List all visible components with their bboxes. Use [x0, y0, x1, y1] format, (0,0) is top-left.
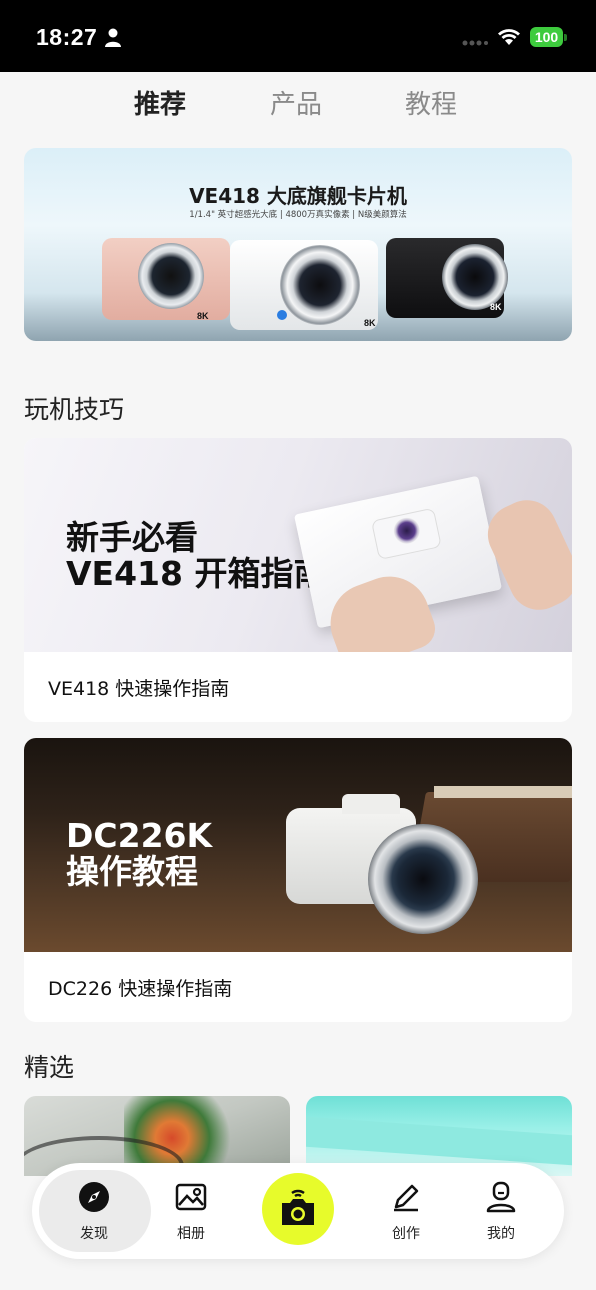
- battery-level: 100: [530, 27, 563, 47]
- camera-icon: [282, 1189, 314, 1225]
- person-icon: [105, 28, 121, 47]
- pencil-icon: [394, 1184, 419, 1212]
- camera-badge: 8K: [197, 311, 209, 321]
- tutorial-image-ve418: 新手必看 VE418 开箱指南: [24, 438, 572, 652]
- nav-label-album: 相册: [177, 1226, 205, 1242]
- profile-icon: [486, 1181, 516, 1213]
- section-title-featured: 精选: [24, 1053, 75, 1082]
- banner-subtitle: 1/1.4" 英寸超感光大底 | 4800万真实像素 | N级美颜算法: [189, 210, 407, 220]
- tutorial-image-dc226: DC226K 操作教程: [24, 738, 572, 952]
- tutorial-image-text-2: DC226K 操作教程: [66, 816, 213, 891]
- bottom-nav: 发现 相册 创作 我的: [32, 1163, 564, 1259]
- nav-discover[interactable]: 发现: [54, 1163, 134, 1259]
- camera-black-image: [386, 238, 508, 318]
- promo-banner[interactable]: VE418 大底旗舰卡片机 1/1.4" 英寸超感光大底 | 4800万真实像素…: [24, 148, 572, 341]
- banner-title: VE418 大底旗舰卡片机: [189, 184, 407, 208]
- nav-create[interactable]: 创作: [366, 1163, 446, 1259]
- tutorial-caption-2: DC226 快速操作指南: [48, 978, 233, 1000]
- tutorial-card-dc226[interactable]: DC226K 操作教程 DC226 快速操作指南: [24, 738, 572, 1022]
- camera-badge-2: 8K: [364, 318, 376, 328]
- nav-label-create: 创作: [392, 1226, 420, 1242]
- nav-album[interactable]: 相册: [151, 1163, 231, 1259]
- tab-tutorials[interactable]: 教程: [405, 84, 457, 121]
- nav-label-discover: 发现: [80, 1226, 108, 1242]
- camera-white-image: [230, 240, 378, 330]
- battery-icon: 100: [530, 27, 567, 47]
- tutorial-image-text: 新手必看 VE418 开箱指南: [66, 518, 327, 593]
- nav-label-mine: 我的: [487, 1226, 515, 1242]
- top-tabs: 推荐 产品 教程: [0, 84, 596, 132]
- tab-recommend[interactable]: 推荐: [134, 84, 186, 121]
- tutorial-card-ve418[interactable]: 新手必看 VE418 开箱指南 VE418 快速操作指南: [24, 438, 572, 722]
- tutorial-caption: VE418 快速操作指南: [48, 678, 230, 700]
- wifi-icon: [498, 29, 520, 45]
- compass-icon: [79, 1182, 109, 1212]
- section-title-tips: 玩机技巧: [24, 395, 125, 424]
- signal-dots-icon: [462, 40, 488, 46]
- camera-lens-image: [368, 824, 478, 934]
- camera-pink-image: [102, 238, 230, 320]
- tab-products[interactable]: 产品: [270, 84, 322, 121]
- album-icon: [175, 1183, 207, 1211]
- camera-shutter-button[interactable]: [262, 1173, 334, 1245]
- nav-mine[interactable]: 我的: [461, 1163, 541, 1259]
- status-time: 18:27: [36, 24, 98, 50]
- camera-badge-3: 8K: [490, 302, 502, 312]
- status-bar: 18:27 100: [0, 0, 596, 72]
